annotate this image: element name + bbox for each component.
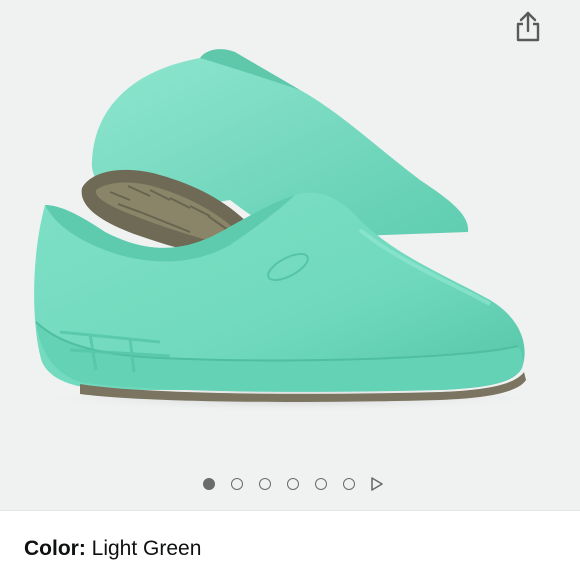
color-label: Color: xyxy=(24,537,92,560)
image-dot-1[interactable] xyxy=(203,478,215,490)
color-value: Light Green xyxy=(91,537,202,560)
video-play-button[interactable] xyxy=(369,476,385,492)
product-image-gallery[interactable] xyxy=(0,0,580,510)
section-divider xyxy=(0,510,580,511)
image-dot-2[interactable] xyxy=(231,478,243,490)
image-pagination xyxy=(0,472,580,496)
image-dot-5[interactable] xyxy=(315,478,327,490)
color-variation-row: Color: Light Green xyxy=(24,537,201,561)
product-image[interactable] xyxy=(0,0,580,458)
share-button[interactable] xyxy=(498,0,558,52)
image-dot-6[interactable] xyxy=(343,478,355,490)
share-icon xyxy=(516,11,540,42)
image-dot-4[interactable] xyxy=(287,478,299,490)
play-triangle-icon xyxy=(371,477,383,491)
image-dot-3[interactable] xyxy=(259,478,271,490)
